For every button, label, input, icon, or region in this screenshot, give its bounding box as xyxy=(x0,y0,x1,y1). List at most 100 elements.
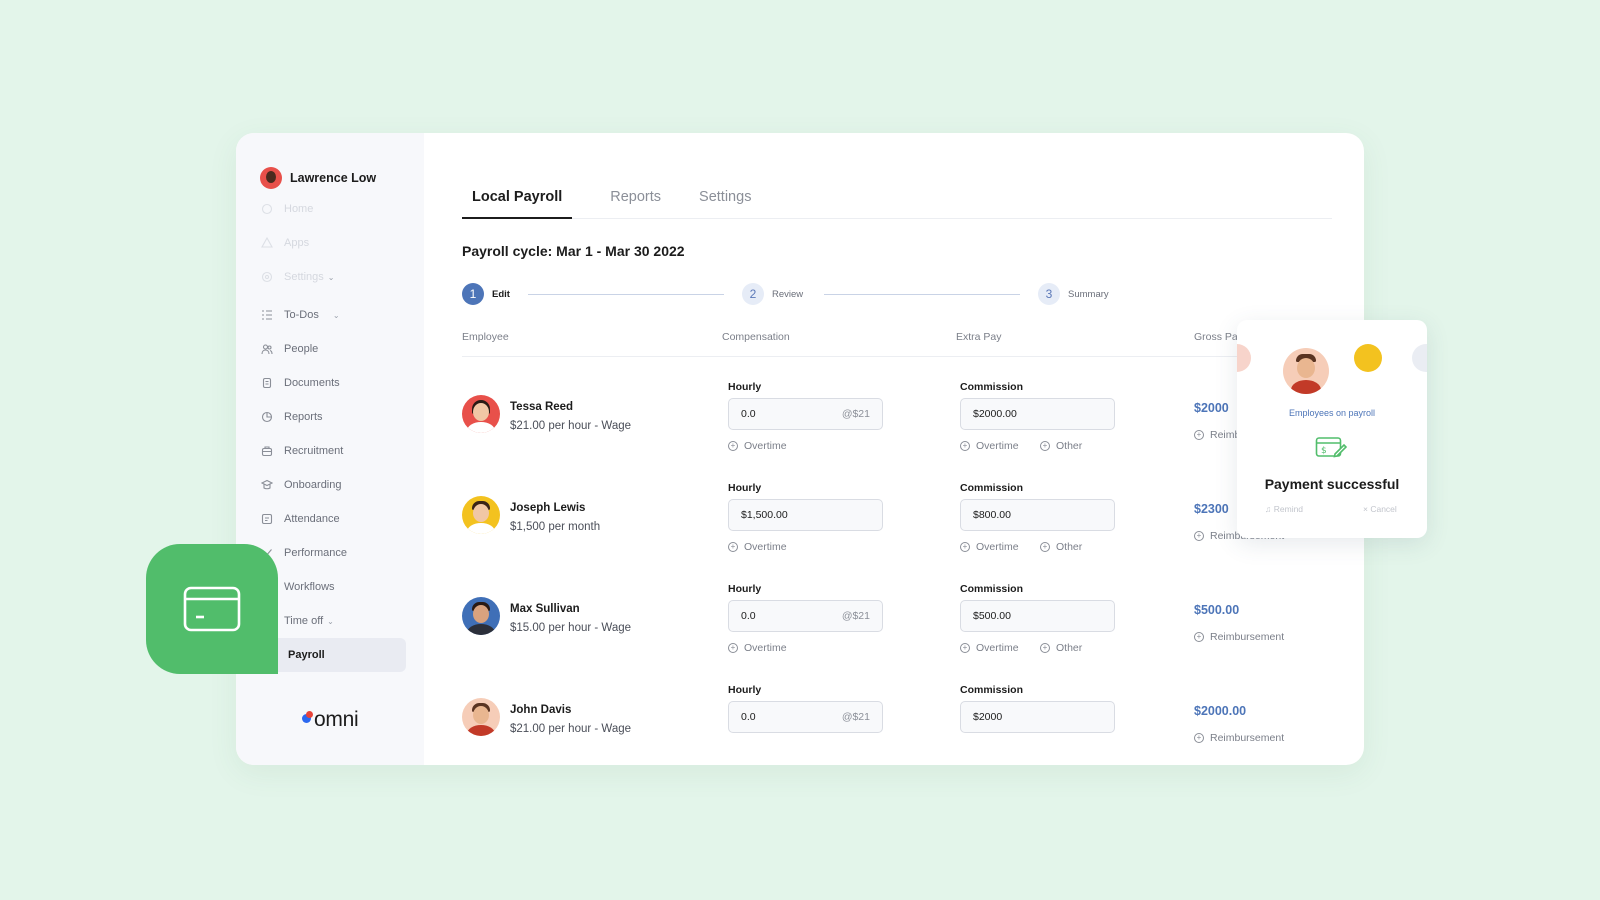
sidebar-item-label: People xyxy=(284,343,319,355)
people-icon xyxy=(260,342,274,356)
hourly-label: Hourly xyxy=(728,684,762,696)
cancel-button[interactable]: × Cancel xyxy=(1363,504,1397,514)
sidebar-item-home[interactable]: Home xyxy=(260,199,313,219)
user-name: Lawrence Low xyxy=(290,171,377,185)
commission-input[interactable]: $2000.00 xyxy=(960,398,1115,430)
tab-reports[interactable]: Reports xyxy=(610,185,661,219)
attendance-icon xyxy=(260,512,274,526)
add-overtime-button[interactable]: + Overtime xyxy=(728,642,787,654)
employee-rate: $1,500 per month xyxy=(510,521,601,533)
employee-name: Tessa Reed xyxy=(510,401,574,413)
svg-text:$: $ xyxy=(1321,446,1327,456)
sidebar-item-onboarding[interactable]: Onboarding xyxy=(260,475,342,495)
hourly-label: Hourly xyxy=(728,583,762,595)
sidebar-item-recruitment[interactable]: Recruitment xyxy=(260,441,343,461)
todo-icon xyxy=(260,308,274,322)
add-other-button[interactable]: + Other xyxy=(1040,642,1082,654)
hourly-input[interactable]: $1,500.00 xyxy=(728,499,883,531)
plus-circle-icon: + xyxy=(1194,632,1204,642)
payment-success-card: Employees on payroll $ Payment successfu… xyxy=(1237,320,1427,538)
add-reimbursement-button[interactable]: +Reimbursement xyxy=(1194,631,1284,643)
step-connector xyxy=(824,294,1020,295)
apps-icon xyxy=(260,236,274,250)
employee-avatar xyxy=(462,597,500,635)
payroll-stepper: 1 Edit 2 Review 3 Summary xyxy=(462,283,1132,307)
plus-circle-icon: + xyxy=(1040,643,1050,653)
add-overtime-button[interactable]: + Overtime xyxy=(960,440,1019,452)
sidebar-item-to-dos[interactable]: To-Dos ⌄ xyxy=(260,305,340,325)
payment-check-icon: $ xyxy=(1315,434,1348,467)
commission-input[interactable]: $800.00 xyxy=(960,499,1115,531)
add-overtime-button[interactable]: + Overtime xyxy=(728,541,787,553)
hourly-label: Hourly xyxy=(728,381,762,393)
sidebar-item-label: Home xyxy=(284,203,314,215)
logo-mark-icon xyxy=(298,710,320,730)
add-overtime-button[interactable]: + Overtime xyxy=(728,440,787,452)
add-overtime-button[interactable]: + Overtime xyxy=(960,642,1019,654)
payroll-card-badge xyxy=(146,544,278,674)
employee-avatar xyxy=(1283,348,1329,394)
sidebar-item-label: Performance xyxy=(284,547,347,559)
employee-rate: $15.00 per hour - Wage xyxy=(510,622,632,634)
add-reimbursement-button[interactable]: +Reimbursement xyxy=(1194,732,1284,744)
remind-button[interactable]: ♫ Remind xyxy=(1265,504,1303,514)
sidebar-item-label: Recruitment xyxy=(284,445,344,457)
step-edit[interactable]: 1 Edit xyxy=(462,283,510,305)
sidebar-item-label: Time off xyxy=(284,615,324,627)
add-other-button[interactable]: + Other xyxy=(1040,541,1082,553)
tab-local-payroll[interactable]: Local Payroll xyxy=(462,185,573,219)
commission-input[interactable]: $2000 xyxy=(960,701,1115,733)
table-row: Max Sullivan $15.00 per hour - Wage Hour… xyxy=(462,575,1364,675)
chevron-down-icon: ⌄ xyxy=(332,310,340,320)
hourly-input[interactable]: 0.0 @$21 xyxy=(728,398,883,430)
commission-input[interactable]: $500.00 xyxy=(960,600,1115,632)
sidebar-item-attendance[interactable]: Attendance xyxy=(260,509,340,529)
sidebar-item-label: Reports xyxy=(284,411,323,423)
tab-settings[interactable]: Settings xyxy=(699,185,751,219)
bell-icon: ♫ xyxy=(1265,504,1272,514)
logo-text: omni xyxy=(314,708,359,731)
table-header: Employee Compensation Extra Pay Gross Pa… xyxy=(462,331,1364,357)
add-other-button[interactable]: + Other xyxy=(1040,440,1082,452)
sidebar-item-settings[interactable]: Settings ⌄ xyxy=(260,267,334,287)
plus-circle-icon: + xyxy=(1194,733,1204,743)
sidebar-item-people[interactable]: People xyxy=(260,339,318,359)
hourly-input[interactable]: 0.0 @$21 xyxy=(728,701,883,733)
column-header-gross-pay: Gross Pay xyxy=(1194,331,1244,343)
settings-icon xyxy=(260,270,274,284)
employee-name: Max Sullivan xyxy=(510,603,580,615)
gross-pay-value: $2300 xyxy=(1194,502,1229,516)
commission-label: Commission xyxy=(960,583,1024,595)
gross-pay-value: $2000.00 xyxy=(1194,704,1247,718)
sidebar-item-apps[interactable]: Apps xyxy=(260,233,309,253)
employee-avatar xyxy=(462,698,500,736)
credit-card-icon xyxy=(183,586,241,632)
employees-on-payroll-label: Employees on payroll xyxy=(1288,408,1376,418)
hourly-input[interactable]: 0.0 @$21 xyxy=(728,600,883,632)
table-row: John Davis $21.00 per hour - Wage Hourly… xyxy=(462,676,1364,765)
commission-label: Commission xyxy=(960,381,1024,393)
gross-pay-value: $500.00 xyxy=(1194,603,1240,617)
tab-bar: Local Payroll Reports Settings xyxy=(462,185,1332,219)
sidebar-item-label: Payroll xyxy=(288,649,325,661)
user-profile[interactable]: Lawrence Low xyxy=(260,167,376,189)
chevron-down-icon: ⌄ xyxy=(327,616,334,626)
main-content: Local Payroll Reports Settings Payroll c… xyxy=(424,133,1364,765)
table-row: Joseph Lewis $1,500 per month Hourly $1,… xyxy=(462,474,1364,574)
sidebar-item-label: Apps xyxy=(284,237,310,249)
step-review[interactable]: 2 Review xyxy=(742,283,803,305)
omni-logo: omni xyxy=(298,708,359,732)
employee-name: Joseph Lewis xyxy=(510,502,586,514)
plus-circle-icon: + xyxy=(960,643,970,653)
employee-rate: $21.00 per hour - Wage xyxy=(510,420,632,432)
sidebar-item-documents[interactable]: Documents xyxy=(260,373,340,393)
home-icon xyxy=(260,202,274,216)
app-window: Lawrence Low Home Apps Settings ⌄ To-Dos… xyxy=(236,133,1364,765)
commission-label: Commission xyxy=(960,684,1024,696)
sidebar-item-label: Settings xyxy=(284,271,324,283)
add-overtime-button[interactable]: + Overtime xyxy=(960,541,1019,553)
plus-circle-icon: + xyxy=(728,542,738,552)
step-number: 1 xyxy=(462,283,484,305)
sidebar-item-reports[interactable]: Reports xyxy=(260,407,323,427)
step-summary[interactable]: 3 Summary xyxy=(1038,283,1109,305)
